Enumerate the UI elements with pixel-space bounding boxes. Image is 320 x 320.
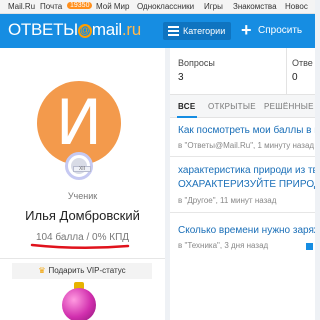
question-title[interactable]: характеристика природи из твор bbox=[178, 164, 315, 177]
categories-label: Категории bbox=[183, 26, 226, 36]
stat-questions-value: 3 bbox=[178, 72, 184, 83]
tab-solved[interactable]: РЕШЁННЫЕ bbox=[264, 102, 314, 111]
stat-divider bbox=[286, 48, 287, 94]
portal-link-mail[interactable]: Почта bbox=[40, 2, 62, 11]
rank-badge-icon: XII bbox=[65, 152, 93, 180]
rank-medal: XII bbox=[71, 158, 91, 174]
gift-vip-button[interactable]: ♛ Подарить VIP-статус bbox=[12, 263, 152, 279]
categories-button[interactable]: Категории bbox=[163, 22, 232, 40]
rank-label: Ученик bbox=[67, 191, 98, 201]
site-header: ОТВЕТЫ @ mail.ru Категории + Спросить bbox=[0, 14, 315, 48]
stat-answers-value: 0 bbox=[292, 72, 298, 83]
portal-link-news[interactable]: Новос bbox=[285, 2, 308, 11]
question-title[interactable]: Как посмотреть мои баллы в мо bbox=[178, 124, 315, 137]
logo-mail: mail bbox=[91, 20, 122, 39]
tab-open[interactable]: ОТКРЫТЫЕ bbox=[208, 102, 256, 111]
question-divider bbox=[170, 212, 315, 213]
portal-link-games[interactable]: Игры bbox=[204, 2, 223, 11]
portal-link-mymir[interactable]: Мой Мир bbox=[96, 2, 129, 11]
ask-label: Спросить bbox=[258, 25, 303, 36]
gift-vip-label: Подарить VIP-статус bbox=[48, 266, 126, 275]
mail-count-badge[interactable]: 19350 bbox=[67, 2, 93, 9]
question-title[interactable]: Сколько времени нужно заряжа bbox=[178, 224, 315, 237]
menu-icon bbox=[168, 26, 179, 36]
question-divider bbox=[170, 156, 315, 157]
plus-icon: + bbox=[241, 20, 252, 40]
question-meta: в "Техника", 3 дня назад bbox=[178, 241, 269, 250]
portal-link-ok[interactable]: Одноклассники bbox=[137, 2, 194, 11]
portal-link-dating[interactable]: Знакомства bbox=[233, 2, 277, 11]
red-underline-annotation bbox=[30, 243, 130, 250]
divider bbox=[0, 258, 165, 259]
logo-at-icon: @ bbox=[77, 24, 92, 38]
question-item[interactable]: Сколько времени нужно заряжа в "Техника"… bbox=[170, 224, 315, 270]
stat-questions-label: Вопросы bbox=[178, 58, 215, 68]
stat-questions[interactable]: Вопросы 3 bbox=[178, 58, 215, 83]
profile-panel: И XII Ученик Илья Домбровский 104 балла … bbox=[0, 48, 165, 320]
stat-answers-label: Отве bbox=[292, 58, 313, 68]
question-title-line2[interactable]: ОХАРАКТЕРИЗУЙТЕ ПРИРОД bbox=[178, 178, 315, 191]
questions-panel: Вопросы 3 Отве 0 ВСЕ ОТКРЫТЫЕ РЕШЁННЫЕ К… bbox=[170, 48, 315, 320]
question-meta: в "Ответы@Mail.Ru", 1 минуту назад bbox=[178, 141, 315, 150]
rank-ribbon: XII bbox=[73, 166, 91, 172]
ask-button[interactable]: + Спросить bbox=[241, 20, 303, 40]
question-tabs: ВСЕ ОТКРЫТЫЕ РЕШЁННЫЕ bbox=[170, 94, 315, 118]
portal-bar: Mail.Ru Почта 19350 Мой Мир Одноклассник… bbox=[0, 0, 315, 14]
user-name: Илья Домбровский bbox=[25, 208, 140, 223]
question-item[interactable]: характеристика природи из твор ОХАРАКТЕР… bbox=[170, 164, 315, 210]
portal-link-mailru[interactable]: Mail.Ru bbox=[8, 2, 35, 11]
flag-icon[interactable] bbox=[306, 243, 313, 250]
logo-otvety: ОТВЕТЫ bbox=[8, 20, 78, 39]
site-logo[interactable]: ОТВЕТЫ @ mail.ru bbox=[8, 20, 141, 40]
question-meta: в "Другое", 11 минут назад bbox=[178, 196, 277, 205]
stat-answers[interactable]: Отве 0 bbox=[292, 58, 313, 83]
christmas-ornament-icon[interactable] bbox=[62, 288, 96, 320]
active-tab-indicator bbox=[177, 116, 197, 118]
logo-ru: .ru bbox=[121, 20, 141, 39]
crown-icon: ♛ bbox=[38, 266, 46, 275]
tab-all[interactable]: ВСЕ bbox=[178, 102, 196, 111]
